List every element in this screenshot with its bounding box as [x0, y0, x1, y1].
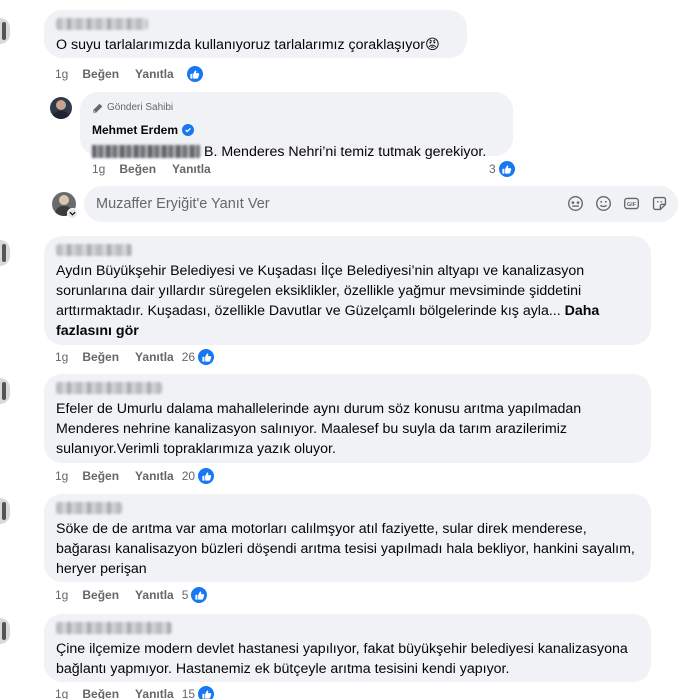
like-button[interactable]: Beğen — [82, 469, 119, 483]
author-badge: Gönderi Sahibi — [92, 98, 501, 118]
comment-time[interactable]: 1g — [55, 687, 68, 699]
composer-tools: GIF — [566, 194, 669, 213]
reply-button[interactable]: Yanıtla — [135, 350, 174, 364]
reaction-count[interactable]: 3 — [489, 160, 532, 178]
like-button[interactable]: Beğen — [82, 67, 119, 81]
like-button[interactable]: Beğen — [82, 687, 119, 699]
reply-actions: 1g Beğen Yanıtla 3 — [92, 160, 516, 178]
author-avatar[interactable] — [50, 97, 72, 119]
chevron-down-icon[interactable] — [67, 208, 78, 219]
comment-actions: 1g Beğen Yanıtla — [55, 65, 220, 83]
like-reaction-icon — [497, 160, 516, 178]
mention-redacted[interactable] — [92, 145, 200, 158]
reaction-count[interactable] — [185, 65, 220, 83]
comment-time[interactable]: 1g — [55, 350, 68, 364]
like-reaction-icon — [197, 348, 216, 366]
comment-text: Aydın Büyükşehir Belediyesi ve Kuşadası … — [56, 263, 600, 339]
like-reaction-icon — [190, 586, 209, 604]
reply-button[interactable]: Yanıtla — [135, 588, 174, 602]
like-reaction-icon — [197, 685, 216, 699]
avatar-sticker-icon[interactable] — [566, 194, 585, 213]
commenter-name-redacted[interactable] — [56, 502, 122, 514]
comment-actions: 1g Beğen Yanıtla 5 — [55, 586, 224, 604]
author-name[interactable]: Mehmet Erdem — [92, 120, 501, 140]
svg-text:GIF: GIF — [627, 202, 637, 208]
comment-text: Efeler de Umurlu dalama mahallelerinde a… — [56, 401, 582, 457]
emoji-icon[interactable] — [594, 194, 613, 213]
reaction-count[interactable]: 15 — [182, 685, 231, 699]
gif-icon[interactable]: GIF — [622, 194, 641, 213]
commenter-avatar[interactable] — [0, 240, 10, 266]
comment-bubble: Aydın Büyükşehir Belediyesi ve Kuşadası … — [44, 236, 651, 345]
pencil-icon — [93, 103, 103, 113]
reply-button[interactable]: Yanıtla — [135, 469, 174, 483]
reply-button[interactable]: Yanıtla — [172, 162, 211, 176]
like-button[interactable]: Beğen — [119, 162, 156, 176]
reply-button[interactable]: Yanıtla — [135, 67, 174, 81]
like-button[interactable]: Beğen — [82, 588, 119, 602]
reply-bubble: Gönderi Sahibi Mehmet Erdem B. Menderes … — [80, 92, 513, 160]
like-reaction-icon — [197, 467, 216, 485]
commenter-avatar[interactable] — [0, 18, 10, 44]
commenter-name-redacted[interactable] — [56, 18, 148, 30]
reaction-count[interactable]: 26 — [182, 348, 231, 366]
comment-text: Çine ilçemize modern devlet hastanesi ya… — [56, 641, 628, 677]
sticker-icon[interactable] — [650, 194, 669, 213]
comment-bubble: Söke de de arıtma var ama motorları calı… — [44, 494, 651, 582]
commenter-avatar[interactable] — [0, 498, 10, 524]
comment-time[interactable]: 1g — [55, 588, 68, 602]
comment-time[interactable]: 1g — [55, 469, 68, 483]
comment-actions: 1g Beğen Yanıtla 15 — [55, 685, 231, 699]
reaction-count[interactable]: 5 — [182, 586, 225, 604]
commenter-name-redacted[interactable] — [56, 382, 162, 394]
commenter-name-redacted[interactable] — [56, 622, 172, 634]
commenter-avatar[interactable] — [0, 378, 10, 404]
reaction-count[interactable]: 20 — [182, 467, 231, 485]
like-button[interactable]: Beğen — [82, 350, 119, 364]
verified-icon — [182, 124, 195, 136]
commenter-name-redacted[interactable] — [56, 244, 132, 256]
comment-actions: 1g Beğen Yanıtla 20 — [55, 467, 231, 485]
reply-button[interactable]: Yanıtla — [135, 687, 174, 699]
comment-time[interactable]: 1g — [55, 67, 68, 81]
comment-bubble: O suyu tarlalarımızda kullanıyoruz tarla… — [44, 10, 467, 58]
comment-bubble: Çine ilçemize modern devlet hastanesi ya… — [44, 614, 651, 682]
comment-bubble: Efeler de Umurlu dalama mahallelerinde a… — [44, 374, 651, 463]
comment-text: Söke de de arıtma var ama motorları calı… — [56, 521, 635, 577]
commenter-avatar[interactable] — [0, 618, 10, 644]
reply-time[interactable]: 1g — [92, 162, 105, 176]
reply-text: B. Menderes Nehri’ni temiz tutmak gereki… — [92, 142, 501, 162]
like-reaction-icon — [185, 65, 204, 83]
comment-text: O suyu tarlalarımızda kullanıyoruz tarla… — [56, 37, 440, 53]
comment-actions: 1g Beğen Yanıtla 26 — [55, 348, 231, 366]
